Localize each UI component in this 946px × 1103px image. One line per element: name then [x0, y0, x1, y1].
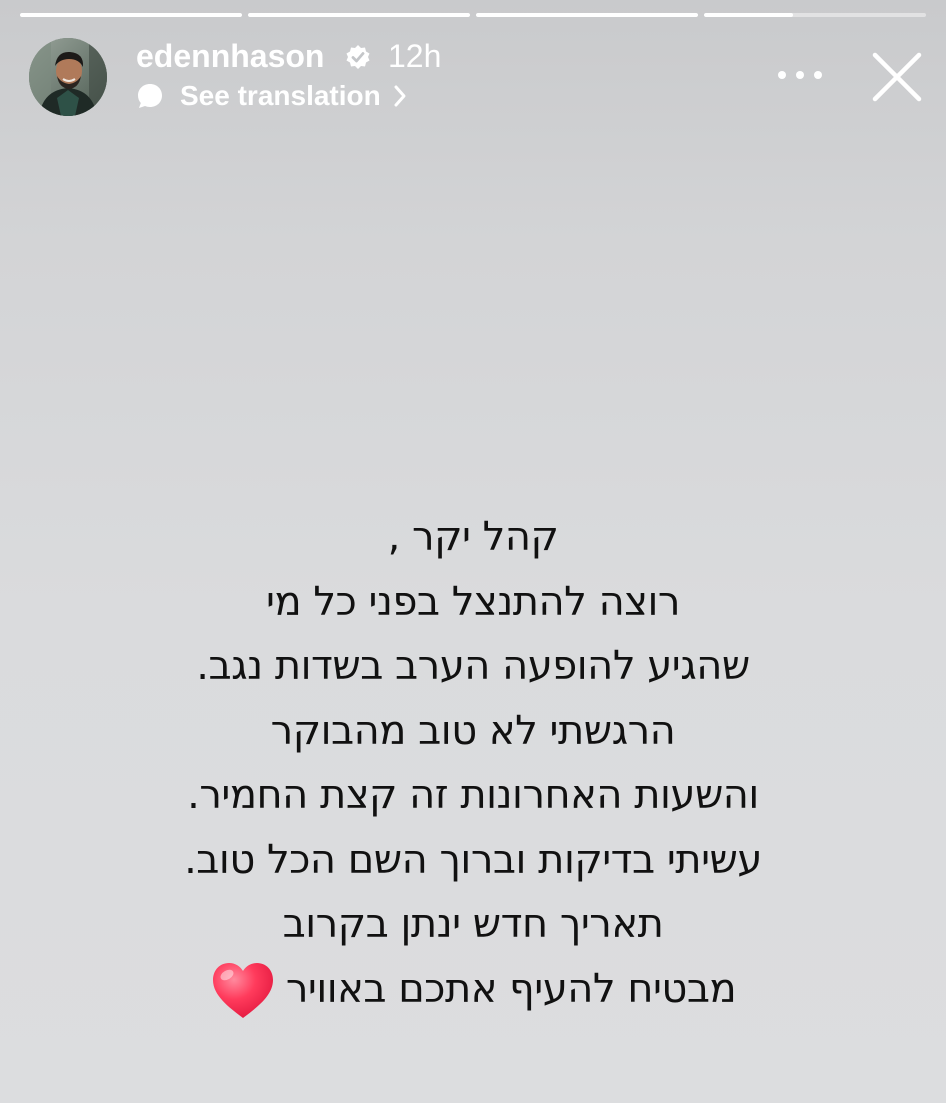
- timestamp: 12h: [388, 38, 442, 74]
- progress-segment: [704, 13, 926, 17]
- more-options-icon[interactable]: [778, 60, 822, 90]
- username[interactable]: edennhason: [136, 36, 324, 76]
- story-text-line-last: מבטיח להעיף אתכם באוויר: [100, 957, 846, 1022]
- progress-segment: [20, 13, 242, 17]
- progress-segment: [476, 13, 698, 17]
- story-text: קהל יקר , רוצה להתנצל בפני כל מי שהגיע ל…: [100, 505, 846, 1022]
- story-text-line: קהל יקר ,: [387, 514, 559, 560]
- close-icon[interactable]: [870, 50, 924, 104]
- see-translation-label: See translation: [180, 80, 381, 111]
- story-text-line: רוצה להתנצל בפני כל מי: [266, 578, 680, 625]
- story-text-line: שהגיע להופעה הערב בשדות נגב.: [196, 643, 750, 689]
- story-progress: [20, 13, 926, 17]
- see-translation-button[interactable]: See translation: [136, 78, 407, 114]
- story-text-line: הרגשתי לא טוב מהבוקר: [270, 707, 676, 754]
- story-viewer[interactable]: edennhason 12h See translation קהל יקר ,…: [0, 0, 946, 1103]
- chevron-right-icon: [394, 85, 406, 107]
- story-text-line: והשעות האחרונות זה קצת החמיר.: [187, 772, 759, 818]
- story-text-line: מבטיח להעיף אתכם באוויר: [285, 965, 737, 1012]
- progress-segment: [248, 13, 470, 17]
- story-text-line: תאריך חדש ינתן בקרוב: [282, 901, 664, 947]
- verified-badge-icon: [345, 44, 371, 70]
- red-heart-emoji: [212, 962, 273, 1018]
- story-text-line: עשיתי בדיקות וברוך השם הכל טוב.: [184, 836, 762, 883]
- speech-bubble-icon: [138, 84, 162, 108]
- avatar[interactable]: [29, 38, 107, 116]
